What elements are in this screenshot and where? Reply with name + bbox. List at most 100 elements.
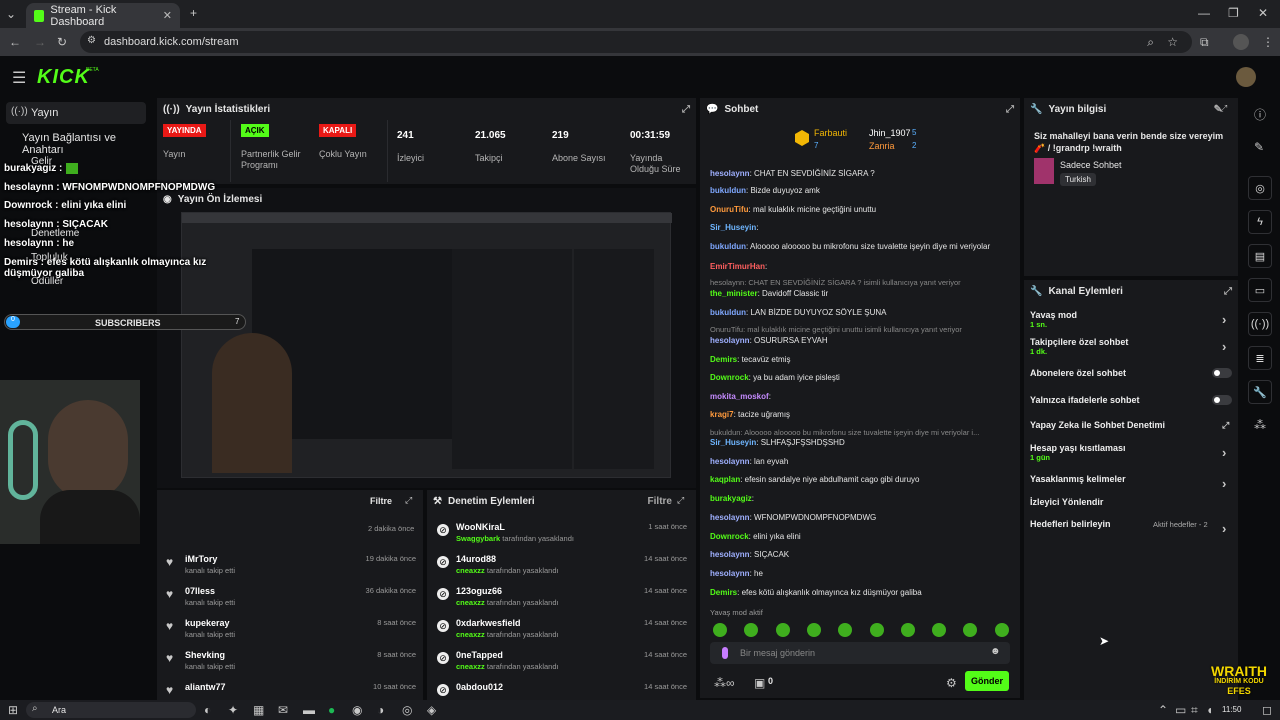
- gift-icon[interactable]: ▣: [754, 676, 765, 690]
- bookmark-star-icon[interactable]: ☆: [1167, 35, 1178, 49]
- filter-button[interactable]: Filtre: [370, 496, 392, 506]
- channel-action-item[interactable]: Yapay Zeka ile Sohbet Denetimi ⤢: [1030, 420, 1230, 430]
- sidebar-item-stream[interactable]: ((·)) Yayın: [6, 102, 146, 124]
- chat-message[interactable]: hesolaynn: SIÇACAK: [710, 550, 789, 559]
- spotify-icon[interactable]: ●: [328, 703, 335, 717]
- points-icon[interactable]: ⁂∞: [714, 676, 735, 690]
- chat-message[interactable]: bukuldun: LAN BİZDE DUYUYOZ SÖYLE ŞUNA: [710, 308, 886, 317]
- chat-message[interactable]: Demirs: efes kötü alışkanlık olmayınca k…: [710, 588, 922, 597]
- channel-action-item[interactable]: Hesap yaşı kısıtlaması 1 gün ›: [1030, 443, 1230, 462]
- chat-message[interactable]: the_minister: Davidoff Classic tir: [710, 289, 828, 298]
- emote-icon[interactable]: [806, 623, 821, 637]
- edge-icon[interactable]: ◐: [204, 703, 211, 717]
- chat-username[interactable]: hesolaynn: [710, 336, 750, 345]
- reload-icon[interactable]: ↻: [57, 35, 67, 49]
- zoom-icon[interactable]: ⌕: [1147, 35, 1154, 50]
- moderation-row[interactable]: ⊘ 14urod88 cneaxzz tarafından yasaklandı 14…: [437, 554, 687, 582]
- close-window-icon[interactable]: ✕: [1258, 6, 1268, 20]
- user-avatar[interactable]: [1236, 67, 1256, 87]
- discord-icon[interactable]: ◑: [377, 703, 384, 717]
- kick-logo[interactable]: KICK: [37, 66, 90, 89]
- windows-start-icon[interactable]: ⊞: [8, 703, 18, 717]
- chat-username[interactable]: mokita_moskof: [710, 392, 769, 401]
- chat-message[interactable]: EmirTimurHan:: [710, 262, 767, 271]
- moderation-row[interactable]: ⊘ 0xdarkwesfield cneaxzz tarafından yasakl…: [437, 618, 687, 646]
- chat-message[interactable]: Downrock: elini yıka elini: [710, 532, 801, 541]
- chat-message[interactable]: OnuruTifu: mal kulaklık micine geçtiğini…: [710, 205, 876, 214]
- apps-icon[interactable]: ⁂: [1254, 418, 1266, 432]
- volume-icon[interactable]: ◖: [1206, 703, 1213, 717]
- chat-username[interactable]: Demirs: [710, 355, 737, 364]
- expand-icon[interactable]: ⤢: [405, 495, 412, 506]
- chat-username[interactable]: Downrock: [710, 373, 749, 382]
- emote-icon[interactable]: [713, 623, 727, 637]
- chrome-icon[interactable]: ◉: [352, 703, 362, 717]
- expand-icon[interactable]: ⤢: [1224, 286, 1232, 297]
- expand-icon[interactable]: ⤢: [677, 495, 684, 506]
- chat-username[interactable]: Sir_Huseyin: [710, 438, 756, 447]
- target-icon[interactable]: ◎: [1248, 176, 1272, 200]
- chat-message[interactable]: hesolaynn: he: [710, 569, 763, 578]
- chat-username[interactable]: Downrock: [710, 532, 749, 541]
- moderation-row[interactable]: ⊘ WooNKiraL Swaggybark tarafından yasaklan…: [437, 522, 687, 550]
- chat-username[interactable]: bukuldun: [710, 186, 746, 195]
- chat-username[interactable]: hesolaynn: [710, 550, 750, 559]
- chat-message[interactable]: mokita_moskof:: [710, 392, 771, 401]
- wrench-icon[interactable]: 🔧: [1248, 380, 1272, 404]
- emote-icon[interactable]: [775, 623, 790, 637]
- new-tab-icon[interactable]: +: [190, 6, 197, 20]
- close-tab-icon[interactable]: ✕: [163, 9, 172, 22]
- chat-username[interactable]: hesolaynn: [710, 513, 750, 522]
- chat-username[interactable]: the_minister: [710, 289, 758, 298]
- pen-icon[interactable]: ✎: [1254, 140, 1264, 154]
- forward-icon[interactable]: →: [34, 35, 46, 49]
- chat-message[interactable]: hesolaynn: WFNOMPWDNOMPFNOPMDWG: [710, 513, 876, 522]
- emote-icon[interactable]: [932, 623, 947, 637]
- site-info-icon[interactable]: ⚙: [87, 35, 96, 46]
- browser-menu-icon[interactable]: ⋮: [1262, 35, 1274, 49]
- expand-icon[interactable]: ⤢: [1006, 104, 1014, 115]
- network-icon[interactable]: ⌗: [1191, 703, 1198, 718]
- store-icon[interactable]: ▦: [253, 703, 264, 717]
- chat-username[interactable]: hesolaynn: [710, 457, 750, 466]
- activity-row[interactable]: ♥ 07lless kanalı takip etti 36 dakika önce: [166, 586, 416, 614]
- activity-row[interactable]: ♥ kupekeray kanalı takip etti 8 saat önce: [166, 618, 416, 646]
- chat-bubble-icon[interactable]: ▭: [1248, 278, 1272, 302]
- tray-chevron-icon[interactable]: ⌃: [1158, 703, 1168, 717]
- activity-row[interactable]: ♥ Shevking kanalı takip etti 8 saat önce: [166, 650, 416, 678]
- chat-username[interactable]: hesolaynn: [710, 569, 750, 578]
- subs-only-toggle[interactable]: [1212, 368, 1232, 378]
- send-button[interactable]: Gönder: [965, 671, 1009, 691]
- chat-username[interactable]: bukuldun: [710, 308, 746, 317]
- browser-tab[interactable]: Stream - Kick Dashboard ✕: [26, 3, 180, 28]
- chat-username[interactable]: EmirTimurHan: [710, 262, 765, 271]
- activity-row[interactable]: ♥ iMrTory kanalı takip etti 19 dakika önce: [166, 554, 416, 582]
- moderation-row[interactable]: ⊘ 0neTapped cneaxzz tarafından yasaklandı 1…: [437, 650, 687, 678]
- chat-message[interactable]: hesolaynn: CHAT EN SEVDİĞİNİZ SİGARA ?: [710, 169, 875, 178]
- chat-username[interactable]: burakyagiz: [710, 494, 752, 503]
- channel-action-item[interactable]: Yavaş mod 1 sn. ›: [1030, 310, 1230, 329]
- app-icon[interactable]: ◎: [402, 703, 412, 717]
- document-icon[interactable]: ▤: [1248, 244, 1272, 268]
- chat-message[interactable]: OnuruTifu: mal kulaklık micine geçtiğini…: [710, 325, 962, 334]
- folder-icon[interactable]: ▬: [303, 703, 315, 717]
- chat-settings-icon[interactable]: ⚙: [946, 676, 957, 690]
- chat-message[interactable]: kragi7: tacize uğramış: [710, 410, 790, 419]
- taskbar-search[interactable]: ⌕ Ara: [26, 702, 196, 718]
- chat-message[interactable]: hesolaynn: OSURURSA EYVAH: [710, 336, 828, 345]
- chat-username[interactable]: kragi7: [710, 410, 734, 419]
- chat-message[interactable]: bukuldun: Alooooo alooooo bu mikrofonu s…: [710, 242, 990, 251]
- chat-message[interactable]: bukuldun: Alooooo alooooo bu mikrofonu s…: [710, 428, 979, 437]
- info-icon[interactable]: ⓘ: [1254, 106, 1266, 123]
- back-icon[interactable]: ←: [9, 35, 21, 49]
- broadcast-icon[interactable]: ((·)): [1248, 312, 1272, 336]
- chat-message[interactable]: kaqplan: efesin sandalye niye abdulhamit…: [710, 475, 919, 484]
- preview-video[interactable]: [181, 212, 672, 478]
- minimize-icon[interactable]: —: [1198, 6, 1210, 20]
- tray-monitor-icon[interactable]: ▭: [1175, 703, 1186, 717]
- channel-action-item[interactable]: Yasaklanmış kelimeler ›: [1030, 474, 1230, 491]
- chat-username[interactable]: kaqplan: [710, 475, 740, 484]
- chat-message[interactable]: Sir_Huseyin:: [710, 223, 758, 232]
- channel-action-item[interactable]: İzleyici Yönlendir: [1030, 497, 1230, 507]
- chat-message[interactable]: bukuldun: Bizde duyuyoz amk: [710, 186, 820, 195]
